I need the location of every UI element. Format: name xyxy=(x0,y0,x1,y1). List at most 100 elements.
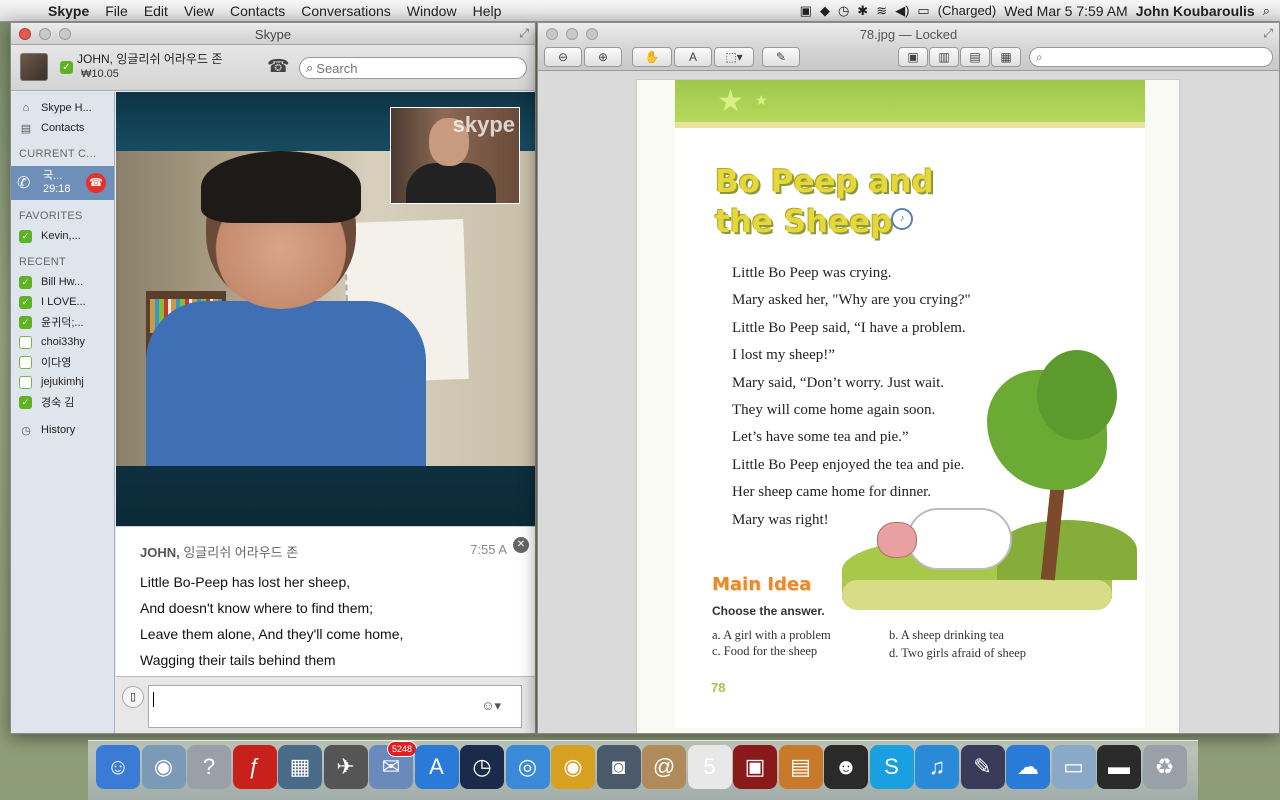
calendar-dock-icon[interactable]: 5 xyxy=(687,745,732,789)
send-sms-icon[interactable]: ▯ xyxy=(122,686,144,708)
user-menu[interactable]: John Koubaroulis xyxy=(1136,3,1255,19)
story-line: Little Bo Peep was crying. xyxy=(732,265,892,281)
preview-dock-icon[interactable]: ◉ xyxy=(141,745,186,789)
fullscreen-icon[interactable]: ⤢ xyxy=(519,26,529,41)
monitor-dock-icon[interactable]: ▬ xyxy=(1097,745,1141,789)
avatar[interactable] xyxy=(20,53,48,81)
annotate-button[interactable]: ✎ xyxy=(762,47,800,67)
view-contact-sheet-button[interactable]: ▦ xyxy=(991,47,1021,67)
search-input[interactable] xyxy=(316,60,507,76)
online-status-icon[interactable]: ✓ xyxy=(60,61,73,74)
sidebar-item-recent[interactable]: jejukimhj xyxy=(11,372,114,392)
sidebar-item-recent[interactable]: ✓ 윤귀덕;... xyxy=(11,312,114,332)
image-canvas[interactable]: ★ ★ Bo Peep and the Sheep ♪ Little Bo Pe… xyxy=(538,71,1279,733)
battery-status[interactable]: (Charged) xyxy=(938,3,997,18)
help-dock-icon[interactable]: ? xyxy=(187,745,231,789)
menu-window[interactable]: Window xyxy=(399,3,465,19)
wifi-icon[interactable]: ≋ xyxy=(876,3,887,19)
sidebar-item-home[interactable]: ⌂ Skype H... xyxy=(11,98,114,118)
story-line: Little Bo Peep enjoyed the tea and pie. xyxy=(732,456,965,473)
safari-dock-icon[interactable]: ◎ xyxy=(505,745,550,789)
openoffice-dock-icon[interactable]: ☁ xyxy=(1006,745,1050,789)
skype-credit[interactable]: ₩10.05 xyxy=(81,68,119,80)
window-title: Skype xyxy=(254,27,292,42)
qq-dock-icon[interactable]: ☻ xyxy=(824,745,868,789)
skype-dock-icon[interactable]: S xyxy=(869,745,914,789)
sidebar-item-recent[interactable]: 이다영 xyxy=(11,352,114,372)
volume-icon[interactable]: ◀) xyxy=(895,3,909,19)
photo-booth-dock-icon[interactable]: ▦ xyxy=(278,745,322,789)
offline-status-icon xyxy=(19,355,32,369)
sidebar-item-recent[interactable]: ✓ Bill Hw... xyxy=(11,272,114,292)
profile-name[interactable]: JOHN, 잉글리쉬 어라우드 존 xyxy=(77,50,222,67)
search-box[interactable]: ⌕ xyxy=(299,57,527,79)
recent-heading: RECENT xyxy=(19,256,67,268)
sidebar-item-label: jejukimhj xyxy=(41,376,84,388)
camera-dock-icon[interactable]: ◙ xyxy=(596,745,641,789)
sidebar-item-recent[interactable]: ✓ 경숙 김 xyxy=(11,392,114,412)
emoticon-icon[interactable]: ☺▾ xyxy=(481,698,501,714)
mail-dock-icon[interactable]: ✉ 5248 xyxy=(369,741,417,789)
menu-file[interactable]: File xyxy=(97,3,136,19)
bluetooth-icon[interactable]: ✱ xyxy=(857,3,868,19)
zoom-out-button[interactable]: ⊖ xyxy=(544,47,582,67)
iphoto-dock-icon[interactable]: ▤ xyxy=(778,745,823,789)
book-title-line: Bo Peep and xyxy=(715,164,934,200)
launchpad-dock-icon[interactable]: ✈ xyxy=(323,745,368,789)
message-time: 7:55 A xyxy=(470,542,507,557)
evernote-icon[interactable]: ◆ xyxy=(820,3,830,19)
sidebar-item-recent[interactable]: choi33hy xyxy=(11,332,114,352)
app-store-dock-icon[interactable]: A xyxy=(414,745,459,789)
message-input[interactable]: ☺▾ xyxy=(148,685,522,728)
sidebar-item-label: 윤귀덕;... xyxy=(41,317,84,329)
finder-dock-icon[interactable]: ☺ xyxy=(96,745,140,789)
story-line: Mary asked her, "Why are you crying?" xyxy=(732,292,971,309)
menu-help[interactable]: Help xyxy=(465,3,510,19)
sidebar-item-contacts[interactable]: ▤ Contacts xyxy=(11,118,114,138)
dial-pad-icon[interactable]: ☎ xyxy=(267,56,289,77)
menu-conversations[interactable]: Conversations xyxy=(293,3,399,19)
itunes-dock-icon[interactable]: ♫ xyxy=(915,745,959,789)
contacts-status-icon[interactable]: ▣ xyxy=(800,3,812,19)
menu-view[interactable]: View xyxy=(176,3,222,19)
select-tool-button[interactable]: ⬚▾ xyxy=(714,47,754,67)
sidebar-item-label: I LOVE... xyxy=(41,296,86,308)
close-icon[interactable]: ✕ xyxy=(513,537,529,553)
spotlight-search-icon[interactable]: ⌕ xyxy=(1263,3,1270,19)
menu-edit[interactable]: Edit xyxy=(136,3,176,19)
preview-search-input[interactable]: ⌕ xyxy=(1029,47,1273,67)
sidebar-item-label: 경숙 김 xyxy=(41,397,75,409)
menu-contacts[interactable]: Contacts xyxy=(222,3,293,19)
end-call-button[interactable]: ☎ xyxy=(86,173,106,193)
dashboard-dock-icon[interactable]: ◷ xyxy=(460,745,504,789)
photos-dock-icon[interactable]: ▣ xyxy=(733,745,777,789)
contacts-dock-icon[interactable]: @ xyxy=(642,745,686,789)
menu-skype[interactable]: Skype xyxy=(40,3,97,19)
zoom-in-button[interactable]: ⊕ xyxy=(584,47,622,67)
chat-message: JOHN, 잉글리쉬 어라우드 존 7:55 A ✕ Little Bo-Pee… xyxy=(116,526,535,676)
text-tool-button[interactable]: A xyxy=(674,47,712,67)
flash-dock-icon[interactable]: ƒ xyxy=(232,745,277,789)
sidebar-item-favorite[interactable]: ✓ Kevin,... xyxy=(11,226,114,246)
hill-illustration xyxy=(997,520,1137,580)
fullscreen-icon[interactable]: ⤢ xyxy=(1263,26,1273,41)
view-sidebar-button[interactable]: ▥ xyxy=(929,47,959,67)
video-call-area[interactable]: skype xyxy=(116,92,535,526)
story-line: Little Bo Peep said, “I have a problem. xyxy=(732,319,966,336)
sidebar-item-recent[interactable]: ✓ I LOVE... xyxy=(11,292,114,312)
self-video-preview[interactable]: skype xyxy=(390,107,520,204)
trash-dock-icon[interactable]: ♻ xyxy=(1142,745,1187,789)
clock[interactable]: Wed Mar 5 7:59 AM xyxy=(1004,3,1127,19)
pen-dock-icon[interactable]: ✎ xyxy=(960,745,1005,789)
screenshot-dock-icon[interactable]: ▭ xyxy=(1051,745,1096,789)
current-call-item[interactable]: ✆ 국... 29:18 ☎ xyxy=(11,166,114,200)
audio-icon: ♪ xyxy=(891,208,913,230)
move-tool-button[interactable]: ✋ xyxy=(632,47,672,67)
unread-count-badge: 5248 xyxy=(386,741,417,757)
time-machine-icon[interactable]: ◷ xyxy=(838,3,849,19)
view-toc-button[interactable]: ▤ xyxy=(960,47,990,67)
view-single-button[interactable]: ▣ xyxy=(898,47,928,67)
chrome-dock-icon[interactable]: ◉ xyxy=(551,745,595,789)
battery-icon[interactable]: ▭ xyxy=(917,3,929,19)
sidebar-item-history[interactable]: ◷ History xyxy=(11,420,114,440)
